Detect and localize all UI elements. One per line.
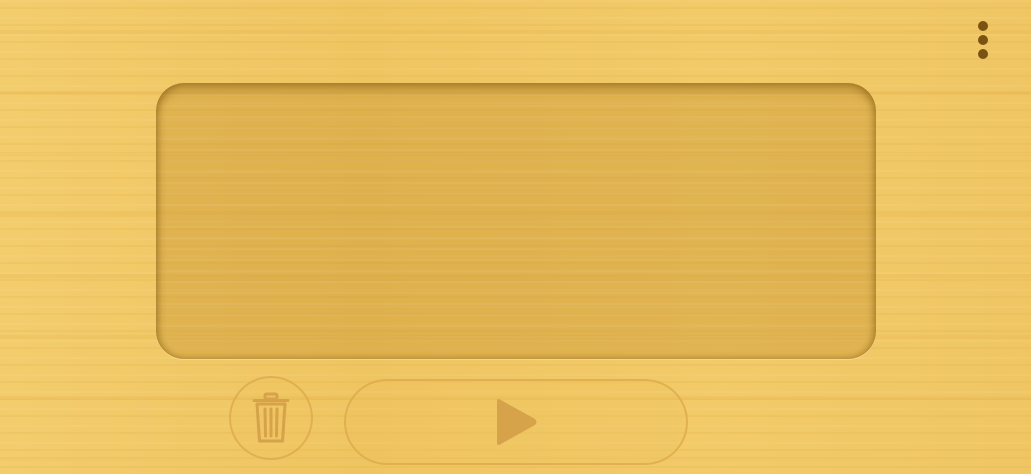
display-text	[156, 83, 876, 359]
menu-dot	[978, 49, 988, 59]
play-button[interactable]	[344, 379, 688, 465]
delete-button[interactable]	[229, 376, 313, 460]
play-icon	[493, 397, 539, 447]
menu-dot	[978, 21, 988, 31]
menu-dot	[978, 35, 988, 45]
more-options-menu-button[interactable]	[970, 16, 996, 64]
trash-icon	[251, 392, 291, 444]
display-panel	[156, 83, 876, 359]
